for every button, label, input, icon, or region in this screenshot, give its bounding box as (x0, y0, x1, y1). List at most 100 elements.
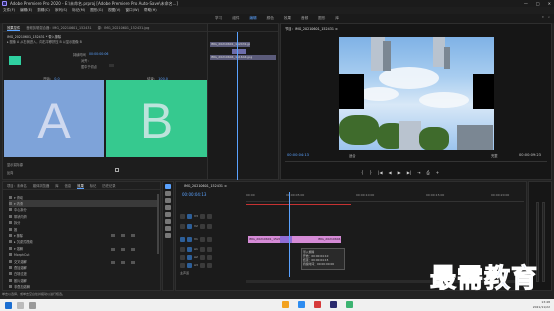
tab-source[interactable]: 源：IMG_20210601_152431.jpg (98, 25, 150, 30)
effect-item[interactable]: 非叠加溶解 (9, 283, 159, 289)
ec-clip-b[interactable]: IMG_20210604_151644.jpg (210, 55, 276, 60)
menu-sequence[interactable]: 序列(S) (55, 8, 67, 13)
align-dropdown[interactable]: 居中于切点 (81, 64, 97, 69)
step-back-button[interactable]: ◀ (389, 170, 392, 175)
resolution-dropdown[interactable]: 完整 (491, 153, 498, 158)
go-to-in-button[interactable]: |◀ (378, 170, 382, 175)
pen-tool-icon[interactable] (165, 219, 171, 224)
align-dropdown-arrow[interactable] (109, 64, 114, 67)
track-a3[interactable]: A3 (180, 261, 244, 269)
premiere-taskbar-icon[interactable] (330, 301, 337, 308)
tab-audio-clip-mixer[interactable]: 音频剪辑混合器：IMG_20210601_152431 (26, 25, 91, 30)
transition-preview-thumbnail[interactable] (9, 56, 21, 65)
track-master[interactable]: 主声道 (180, 269, 244, 277)
ripple-edit-tool-icon[interactable] (165, 198, 171, 203)
menu-view[interactable]: 视图(V) (108, 8, 120, 13)
tab-libraries[interactable]: 库 (55, 183, 58, 188)
track-a1[interactable]: A1 (180, 245, 244, 253)
search-icon[interactable] (17, 301, 24, 309)
reverse-checkbox[interactable]: 反向 (7, 170, 13, 175)
ec-timeline-ruler[interactable] (208, 24, 278, 32)
workspace-audio[interactable]: 音频 (301, 16, 308, 21)
effects-scrollbar[interactable] (157, 194, 159, 254)
tab-effect-controls[interactable]: 效果控件 (7, 25, 21, 31)
program-video-frame[interactable] (339, 37, 494, 150)
timeline-clip[interactable]: IMG_20210604_151644 (317, 236, 341, 243)
play-button[interactable]: ▶ (398, 170, 401, 175)
workspace-learn[interactable]: 学习 (215, 16, 222, 21)
track-select-tool-icon[interactable] (165, 191, 171, 196)
tab-media-browser[interactable]: 媒体浏览器 (33, 183, 49, 188)
file-explorer-icon[interactable] (282, 301, 289, 308)
menu-edit[interactable]: 编辑(E) (20, 8, 32, 13)
menu-markers[interactable]: 标记(M) (72, 8, 85, 13)
menu-file[interactable]: 文件(F) (3, 8, 15, 13)
menu-window[interactable]: 窗口(W) (125, 8, 139, 13)
workspace-overflow-icon[interactable]: » (542, 15, 544, 19)
track-v3[interactable]: V3 (180, 212, 244, 220)
program-scrubber[interactable] (285, 161, 547, 164)
tab-effects[interactable]: 效果 (77, 183, 84, 189)
razor-tool-icon[interactable] (165, 205, 171, 210)
workspace-libraries[interactable]: 库 (335, 16, 339, 21)
task-view-icon[interactable] (29, 301, 36, 309)
transition-tooltip: 带入擦除 开始：00:00:04:10 结束：00:00:04:15 持续时间：… (301, 248, 345, 270)
type-tool-icon[interactable] (165, 233, 171, 238)
start-icon[interactable] (5, 301, 12, 309)
transition-icon (9, 221, 12, 225)
preview-b[interactable]: B (106, 80, 207, 157)
browser-icon[interactable] (298, 301, 305, 308)
transition-icon (9, 208, 12, 212)
close-button[interactable]: ✕ (548, 1, 551, 6)
menu-help[interactable]: 帮助(H) (144, 8, 157, 13)
mark-out-button[interactable]: } (370, 170, 373, 175)
track-v1[interactable]: V1 (180, 235, 244, 243)
timeline-transition[interactable] (280, 236, 292, 243)
track-a2[interactable]: A2 (180, 253, 244, 261)
program-duration: 00:00:09:23 (519, 153, 541, 157)
maximize-button[interactable]: □ (536, 1, 540, 6)
menu-clip[interactable]: 剪辑(C) (37, 8, 50, 13)
track-v2[interactable]: V2 (180, 222, 244, 230)
timeline-tab[interactable]: IMG_20210601_152431 ≡ (184, 184, 227, 188)
ec-playhead[interactable] (237, 32, 238, 180)
tab-info[interactable]: 信息 (65, 183, 72, 188)
workspace-assembly[interactable]: 组件 (232, 16, 239, 21)
export-frame-button[interactable]: ⎙ (426, 170, 429, 175)
folder-icon (9, 240, 12, 244)
transition-icon (9, 285, 12, 289)
zoom-dropdown[interactable]: 适合 (349, 153, 356, 158)
app-icon[interactable] (314, 301, 321, 308)
workspace-color[interactable]: 颜色 (267, 16, 274, 21)
tab-project[interactable]: 项目：未命名 (7, 183, 27, 188)
add-button[interactable]: + (436, 170, 439, 175)
search-icon[interactable]: ⌕ (548, 15, 550, 19)
mark-in-button[interactable]: { (361, 170, 364, 175)
timeline-timecode[interactable]: 00:00:04:13 (182, 192, 206, 197)
ec-transition[interactable] (232, 49, 246, 54)
timeline-ruler[interactable]: 00:00 00:00:05:00 00:00:10:00 00:00:15:0… (246, 192, 524, 202)
ec-clip-a[interactable]: IMG_20210601_152431.jpg (210, 42, 250, 47)
reverse-toggle[interactable] (115, 168, 119, 172)
ruler-tick: 00:00:10:00 (356, 193, 375, 197)
hand-tool-icon[interactable] (165, 226, 171, 231)
workspace-editing[interactable]: 编辑 (249, 16, 256, 21)
workspace-effects[interactable]: 效果 (284, 16, 291, 21)
system-clock[interactable]: 13:48 2021/11/22 (533, 300, 550, 309)
timeline-playhead[interactable] (289, 192, 290, 277)
show-actual-sources-checkbox[interactable]: 显示实际源 (7, 162, 23, 167)
tab-history[interactable]: 历史记录 (102, 183, 115, 188)
selection-tool-icon[interactable] (165, 184, 171, 189)
program-tab[interactable]: 节目：IMG_20210601_152431 ≡ (285, 26, 338, 31)
workspace-graphics[interactable]: 图形 (318, 16, 325, 21)
minimize-button[interactable]: — (524, 1, 528, 6)
tab-markers[interactable]: 标记 (90, 183, 97, 188)
preview-a[interactable]: A (4, 80, 104, 157)
app-icon[interactable] (346, 301, 353, 308)
slip-tool-icon[interactable] (165, 212, 171, 217)
lift-button[interactable]: ⇥ (417, 170, 420, 175)
go-to-out-button[interactable]: ▶| (407, 170, 411, 175)
program-timecode[interactable]: 00:00:04:13 (287, 153, 309, 157)
menu-graphics[interactable]: 图形(G) (90, 8, 103, 13)
duration-value[interactable]: 00:00:00:06 (89, 52, 108, 56)
